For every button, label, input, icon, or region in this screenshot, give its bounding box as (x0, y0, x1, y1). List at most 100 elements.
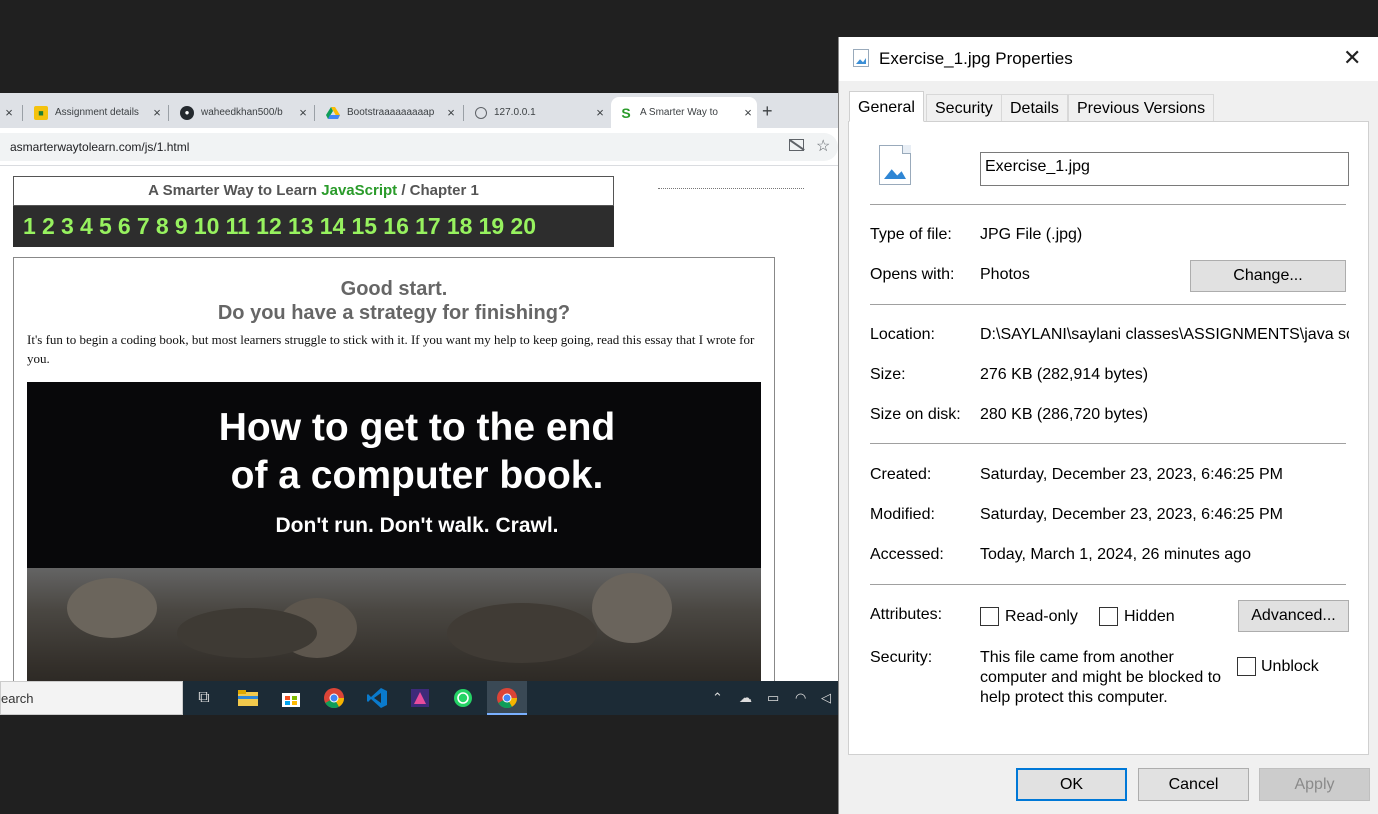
chapter-link[interactable]: 8 (156, 213, 169, 240)
tab-github[interactable]: ● waheedkhan500/b × (172, 97, 312, 128)
heading-strategy: Do you have a strategy for finishing? (217, 302, 571, 324)
tab-previous-versions[interactable]: Previous Versions (1068, 94, 1215, 121)
chapter-link[interactable]: 14 (320, 213, 346, 240)
close-icon[interactable]: ✕ (1343, 45, 1361, 71)
opens-label: Opens with: (870, 266, 955, 283)
attributes-label: Attributes: (870, 606, 943, 623)
chapter-link[interactable]: 12 (256, 213, 282, 240)
hidden-checkbox[interactable] (1099, 607, 1118, 626)
size-value: 276 KB (282,914 bytes) (980, 366, 1149, 383)
taskbar: earch ⧉ ⌃ ☁ ▭ ◠ ◁ (0, 681, 838, 715)
tab-bootstrap[interactable]: Bootstraaaaaaaaap × (318, 97, 460, 128)
general-panel: Exercise_1.jpg Type of file: JPG File (.… (848, 121, 1369, 755)
dialog-title: Exercise_1.jpg Properties (879, 49, 1073, 68)
chapter-link[interactable]: 9 (175, 213, 188, 240)
javascript-link[interactable]: JavaScript (321, 182, 397, 199)
omnibox[interactable]: asmarterwaytolearn.com/js/1.html ☆ (0, 133, 838, 161)
dotted-divider (658, 188, 804, 189)
app-icon[interactable] (408, 686, 432, 710)
security-label: Security: (870, 649, 933, 666)
chapter-link[interactable]: 15 (352, 213, 378, 240)
chapter-link[interactable]: 18 (447, 213, 473, 240)
chrome-active-icon[interactable] (495, 686, 519, 710)
chapter-nav: 1 2 3 4 5 6 7 8 9 10 11 12 13 14 15 16 17 18 19 20 (13, 206, 614, 247)
hidden-label[interactable]: Hidden (1124, 608, 1175, 626)
tab-close-icon[interactable]: × (148, 105, 166, 120)
chapter-link[interactable]: 10 (194, 213, 220, 240)
location-value[interactable]: D:\SAYLANI\saylani classes\ASSIGNMENTS\j… (980, 326, 1349, 344)
store-icon[interactable] (279, 686, 303, 710)
unblock-checkbox[interactable] (1237, 657, 1256, 676)
type-label: Type of file: (870, 226, 952, 243)
vscode-icon[interactable] (365, 686, 389, 710)
divider (870, 204, 1346, 205)
chapter-link[interactable]: 3 (61, 213, 74, 240)
promo-line2: of a computer book. (230, 454, 604, 497)
tab-assignment-details[interactable]: ■ Assignment details × (26, 97, 166, 128)
properties-dialog: Exercise_1.jpg Properties ✕ General Secu… (838, 37, 1378, 814)
chapter-link[interactable]: 6 (118, 213, 131, 240)
tab-close-icon[interactable]: × (739, 105, 757, 120)
size-on-disk-label: Size on disk: (870, 406, 961, 423)
chrome-icon[interactable] (322, 686, 346, 710)
divider (870, 304, 1346, 305)
divider (870, 584, 1346, 585)
chapter-link[interactable]: 20 (510, 213, 536, 240)
new-tab-button[interactable]: + (762, 101, 773, 122)
chapter-link[interactable]: 16 (383, 213, 409, 240)
camera-off-icon[interactable] (789, 139, 804, 151)
chapter-link[interactable]: 11 (226, 213, 250, 240)
readonly-label[interactable]: Read-only (1005, 608, 1078, 626)
tab-details[interactable]: Details (1001, 94, 1068, 121)
wifi-icon[interactable]: ◠ (795, 690, 806, 706)
unblock-label[interactable]: Unblock (1261, 658, 1319, 676)
tray-chevron-icon[interactable]: ⌃ (712, 690, 723, 706)
change-button[interactable]: Change... (1190, 260, 1346, 292)
dialog-titlebar: Exercise_1.jpg Properties ✕ (839, 37, 1378, 81)
tab-separator (22, 105, 23, 121)
address-bar: asmarterwaytolearn.com/js/1.html ☆ (0, 128, 838, 166)
chapter-link[interactable]: 19 (479, 213, 505, 240)
tab-separator (314, 105, 315, 121)
chapter-link[interactable]: 17 (415, 213, 441, 240)
advanced-button[interactable]: Advanced... (1238, 600, 1349, 632)
ok-button[interactable]: OK (1016, 768, 1127, 801)
tab-security[interactable]: Security (926, 94, 1002, 121)
task-view-icon[interactable]: ⧉ (192, 686, 216, 710)
file-name-input[interactable]: Exercise_1.jpg (980, 152, 1349, 186)
tab-close-icon[interactable]: × (294, 105, 312, 120)
tab-smarter-way[interactable]: S A Smarter Way to × (611, 97, 757, 128)
promo-image[interactable]: How to get to the end of a computer book… (27, 382, 761, 681)
chapter-link[interactable]: 13 (288, 213, 314, 240)
size-on-disk-value: 280 KB (286,720 bytes) (980, 406, 1149, 423)
tab-localhost[interactable]: 127.0.0.1 × (467, 97, 609, 128)
taskbar-search[interactable]: earch (0, 681, 183, 715)
readonly-checkbox[interactable] (980, 607, 999, 626)
tab-close-icon[interactable]: × (0, 105, 18, 120)
whatsapp-icon[interactable] (451, 686, 475, 710)
chapter-link[interactable]: 1 (23, 213, 36, 240)
tab-partial[interactable]: × (0, 97, 16, 128)
chapter-link[interactable]: 2 (42, 213, 55, 240)
tab-general[interactable]: General (849, 91, 924, 122)
tab-close-icon[interactable]: × (442, 105, 460, 120)
chapter-link[interactable]: 5 (99, 213, 112, 240)
promo-line1: How to get to the end (218, 406, 616, 449)
chapter-link[interactable]: 7 (137, 213, 150, 240)
image-file-icon (879, 145, 911, 185)
chapter-link[interactable]: 4 (80, 213, 93, 240)
tab-title: Bootstraaaaaaaaap (347, 107, 435, 118)
apply-button[interactable]: Apply (1259, 768, 1370, 801)
header-suffix: / Chapter 1 (397, 182, 479, 199)
crawling-people-photo (27, 568, 761, 681)
battery-icon[interactable]: ▭ (767, 690, 779, 706)
url-text[interactable]: asmarterwaytolearn.com/js/1.html (10, 140, 189, 154)
bookmark-star-icon[interactable]: ☆ (816, 136, 830, 156)
tab-close-icon[interactable]: × (591, 105, 609, 120)
volume-icon[interactable]: ◁ (821, 690, 831, 706)
onedrive-icon[interactable]: ☁ (739, 690, 752, 706)
file-explorer-icon[interactable] (236, 686, 260, 710)
cancel-button[interactable]: Cancel (1138, 768, 1249, 801)
created-value: Saturday, December 23, 2023, 6:46:25 PM (980, 466, 1283, 483)
type-value: JPG File (.jpg) (980, 226, 1083, 243)
